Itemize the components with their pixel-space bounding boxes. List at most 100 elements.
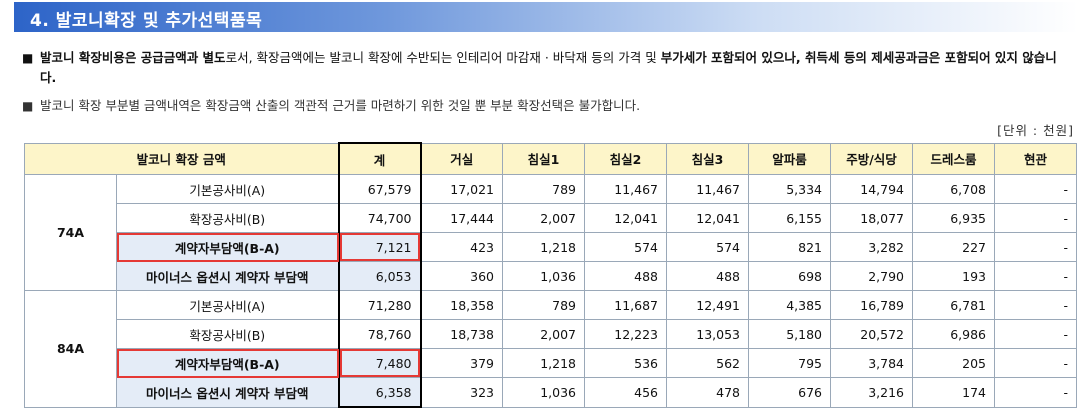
note-1-bold-a: 발코니 확장비용은 공급금액과 별도 — [40, 50, 226, 65]
value-cell: 6,155 — [748, 203, 831, 233]
table-row: 74A 기본공사비(A) 67,579 17,021 789 11,467 11,467 5,… — [24, 174, 1077, 291]
value-cell: 227 — [912, 232, 995, 262]
value-cell: 3,216 — [830, 377, 913, 408]
square-bullet-icon: ■ — [22, 51, 34, 65]
header-total: 계 — [337, 142, 422, 175]
table-row: 계약자부담액(B-A) 7,480 379 1,218 536 562 795 3,784 20… — [25, 348, 1077, 378]
value-cell: 478 — [666, 377, 749, 408]
value-cell: 17,444 — [420, 203, 503, 233]
value-cell: - — [994, 261, 1077, 291]
row-label: 기본공사비(A) — [116, 290, 339, 320]
note-2: ■ 발코니 확장 부분별 금액내역은 확장금액 산출의 객관적 근거를 마련하기… — [22, 96, 1072, 116]
value-cell: 821 — [748, 232, 831, 262]
note-1-text: 로서, 확장금액에는 발코니 확장에 수반되는 인테리어 마감재 · 바닥재 등… — [225, 50, 661, 65]
value-cell: 2,007 — [502, 203, 585, 233]
header-bed1: 침실1 — [502, 142, 585, 175]
row-label: 계약자부담액(B-A) — [116, 348, 339, 378]
table-row: 84A 기본공사비(A) 71,280 18,358 789 11,687 12,491 4,… — [24, 290, 1077, 408]
value-cell: - — [994, 232, 1077, 262]
value-cell: 789 — [502, 174, 585, 204]
total-cell: 78,760 — [337, 319, 422, 349]
value-cell: 2,790 — [830, 261, 913, 291]
value-cell: 1,036 — [502, 377, 585, 408]
value-cell: 676 — [748, 377, 831, 408]
notes: ■ 발코니 확장비용은 공급금액과 별도로서, 확장금액에는 발코니 확장에 수… — [22, 48, 1072, 116]
value-cell: 13,053 — [666, 319, 749, 349]
value-cell: 795 — [748, 348, 831, 378]
value-cell: 1,218 — [502, 232, 585, 262]
note-1: ■ 발코니 확장비용은 공급금액과 별도로서, 확장금액에는 발코니 확장에 수… — [22, 48, 1072, 88]
row-label: 마이너스 옵션시 계약자 부담액 — [116, 377, 339, 408]
total-cell: 6,358 — [337, 377, 422, 408]
value-cell: 360 — [420, 261, 503, 291]
value-cell: 20,572 — [830, 319, 913, 349]
row-label: 기본공사비(A) — [116, 174, 339, 204]
table-row: 마이너스 옵션시 계약자 부담액 6,358 323 1,036 456 478 676 3,… — [25, 377, 1077, 408]
value-cell: 16,789 — [830, 290, 913, 320]
total-cell: 67,579 — [337, 174, 422, 204]
unit-type-cell: 84A — [24, 290, 117, 408]
table-row: 확장공사비(B) 74,700 17,444 2,007 12,041 12,041 6,1… — [25, 203, 1077, 233]
value-cell: 4,385 — [748, 290, 831, 320]
row-label: 마이너스 옵션시 계약자 부담액 — [116, 261, 339, 291]
value-cell: 3,784 — [830, 348, 913, 378]
value-cell: - — [994, 174, 1077, 204]
value-cell: 562 — [666, 348, 749, 378]
value-cell: 6,935 — [912, 203, 995, 233]
value-cell: 11,467 — [666, 174, 749, 204]
value-cell: 11,687 — [584, 290, 667, 320]
total-cell: 6,053 — [337, 261, 422, 291]
value-cell: 3,282 — [830, 232, 913, 262]
value-cell: 193 — [912, 261, 995, 291]
value-cell: 456 — [584, 377, 667, 408]
header-kitchen: 주방/식당 — [830, 142, 913, 175]
row-label: 계약자부담액(B-A) — [116, 232, 339, 262]
section-title: 4. 발코니확장 및 추가선택품목 — [30, 11, 263, 31]
row-label: 확장공사비(B) — [116, 319, 339, 349]
value-cell: 1,036 — [502, 261, 585, 291]
table-header-row: 발코니 확장 금액 계 거실 침실1 침실2 침실3 알파룸 주방/식당 드레스… — [24, 142, 1077, 175]
header-living: 거실 — [420, 142, 503, 175]
value-cell: 423 — [420, 232, 503, 262]
table-row: 확장공사비(B) 78,760 18,738 2,007 12,223 13,053 5,1… — [25, 319, 1077, 349]
value-cell: 12,491 — [666, 290, 749, 320]
value-cell: 14,794 — [830, 174, 913, 204]
value-cell: 174 — [912, 377, 995, 408]
header-alpha: 알파룸 — [748, 142, 831, 175]
value-cell: 18,738 — [420, 319, 503, 349]
value-cell: 11,467 — [584, 174, 667, 204]
value-cell: 6,781 — [912, 290, 995, 320]
value-cell: 488 — [584, 261, 667, 291]
table-row: 마이너스 옵션시 계약자 부담액 6,053 360 1,036 488 488 698 2,… — [25, 261, 1077, 291]
table-row: 계약자부담액(B-A) 7,121 423 1,218 574 574 821 3,282 22… — [25, 232, 1077, 262]
value-cell: 574 — [584, 232, 667, 262]
value-cell: 17,021 — [420, 174, 503, 204]
value-cell: 12,041 — [584, 203, 667, 233]
value-cell: 18,077 — [830, 203, 913, 233]
value-cell: 574 — [666, 232, 749, 262]
value-cell: - — [994, 290, 1077, 320]
value-cell: 698 — [748, 261, 831, 291]
value-cell: 379 — [420, 348, 503, 378]
total-cell: 74,700 — [337, 203, 422, 233]
note-2-text: 발코니 확장 부분별 금액내역은 확장금액 산출의 객관적 근거를 마련하기 위… — [40, 98, 641, 113]
header-label: 발코니 확장 금액 — [24, 142, 339, 175]
unit-type-cell: 74A — [24, 174, 117, 291]
value-cell: 18,358 — [420, 290, 503, 320]
value-cell: 488 — [666, 261, 749, 291]
value-cell: 12,041 — [666, 203, 749, 233]
value-cell: - — [994, 377, 1077, 408]
unit-label: [단위 : 천원] — [997, 123, 1074, 138]
value-cell: 12,223 — [584, 319, 667, 349]
total-cell: 71,280 — [337, 290, 422, 320]
value-cell: 323 — [420, 377, 503, 408]
header-dress: 드레스룸 — [912, 142, 995, 175]
value-cell: - — [994, 319, 1077, 349]
value-cell: 205 — [912, 348, 995, 378]
value-cell: 536 — [584, 348, 667, 378]
value-cell: 1,218 — [502, 348, 585, 378]
total-cell: 7,121 — [337, 232, 422, 262]
balcony-price-table: 발코니 확장 금액 계 거실 침실1 침실2 침실3 알파룸 주방/식당 드레스… — [24, 142, 1077, 408]
value-cell: 6,708 — [912, 174, 995, 204]
value-cell: 789 — [502, 290, 585, 320]
